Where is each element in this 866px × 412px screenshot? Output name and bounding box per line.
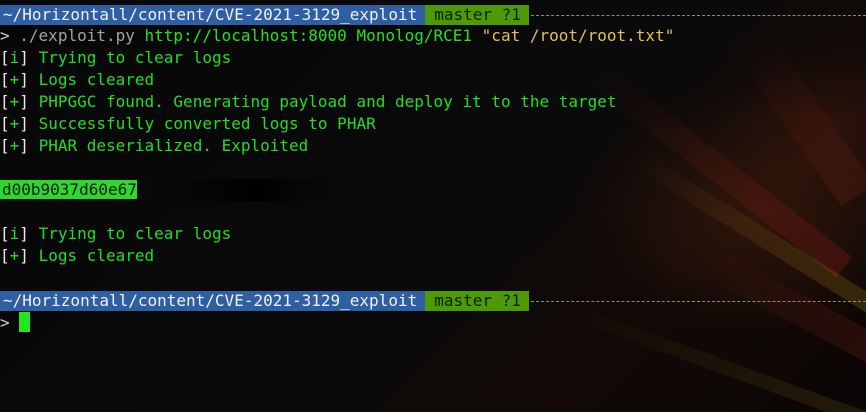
output-line: [+] Logs cleared [0, 246, 155, 265]
prompt-git-branch-segment: master ?1 [425, 291, 529, 311]
output-text: Logs cleared [38, 246, 155, 265]
status-tag: + [9, 246, 20, 265]
output-line: [+] PHAR deserialized. Exploited [0, 136, 309, 155]
output-text: Logs cleared [38, 70, 155, 89]
command-quoted-arg: "cat /root/root.txt" [481, 26, 675, 45]
flag-output-line: d00b9037d60e67 [0, 179, 337, 201]
command-args: http://localhost:8000 Monolog/RCE1 [144, 26, 473, 45]
status-tag: + [9, 92, 20, 111]
output-line: [+] Successfully converted logs to PHAR [0, 114, 376, 133]
output-line: [+] Logs cleared [0, 70, 155, 89]
command-line: > ./exploit.py http://localhost:8000 Mon… [0, 25, 674, 47]
output-text: PHPGGC found. Generating payload and dep… [38, 92, 617, 111]
output-text: Trying to clear logs [38, 48, 232, 67]
prompt-path-segment: ~/Horizontall/content/CVE-2021-3129_expl… [0, 291, 426, 311]
prompt-symbol: > [0, 26, 10, 45]
output-text: PHAR deserialized. Exploited [38, 136, 309, 155]
command-script: ./exploit.py [19, 26, 135, 45]
prompt-symbol: > [0, 313, 10, 332]
text-cursor[interactable] [18, 312, 30, 332]
status-tag: + [9, 70, 20, 89]
terminal-window[interactable]: ~/Horizontall/content/CVE-2021-3129_expl… [0, 0, 866, 412]
status-tag: + [9, 136, 20, 155]
status-tag: i [9, 48, 20, 67]
redaction-overlay [136, 179, 337, 201]
status-tag: + [9, 114, 20, 133]
output-text: Successfully converted logs to PHAR [38, 114, 376, 133]
output-line: [i] Trying to clear logs [0, 48, 232, 67]
output-line: [+] PHPGGC found. Generating payload and… [0, 92, 617, 111]
prompt-separator-line [530, 14, 866, 16]
wallpaper-streak [583, 60, 853, 278]
prompt-separator-line [530, 300, 866, 302]
prompt-path-segment: ~/Horizontall/content/CVE-2021-3129_expl… [0, 5, 426, 25]
prompt-git-branch-segment: master ?1 [425, 5, 529, 25]
root-flag-text: d00b9037d60e67 [0, 180, 137, 199]
status-tag: i [9, 224, 20, 243]
prompt-bar: ~/Horizontall/content/CVE-2021-3129_expl… [0, 5, 866, 25]
command-input-line[interactable]: > [0, 312, 30, 334]
output-text: Trying to clear logs [38, 224, 232, 243]
output-line: [i] Trying to clear logs [0, 224, 232, 243]
prompt-bar: ~/Horizontall/content/CVE-2021-3129_expl… [0, 291, 866, 311]
